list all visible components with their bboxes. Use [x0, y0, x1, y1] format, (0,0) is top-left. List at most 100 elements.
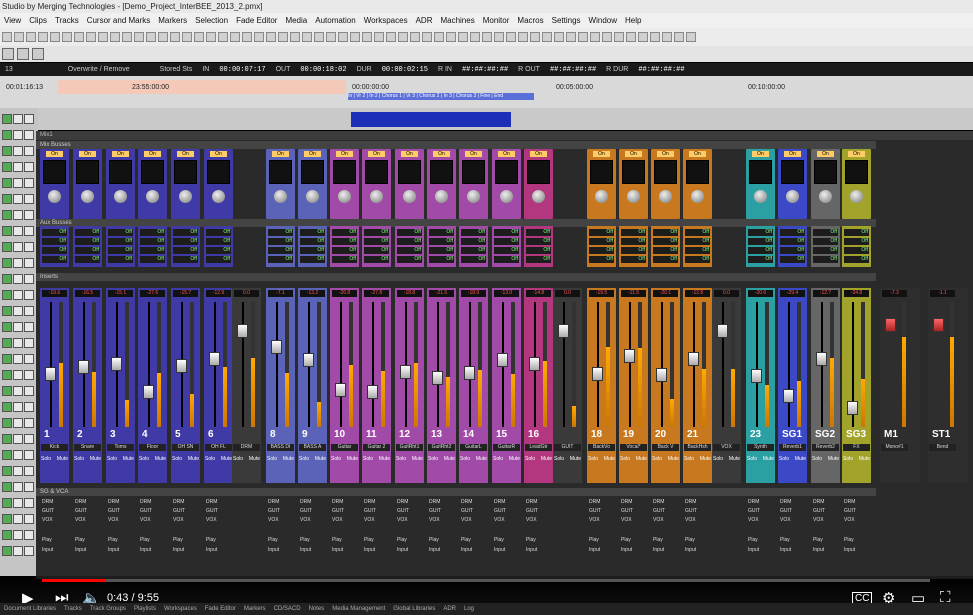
aux-send-value[interactable]: Off: [173, 247, 198, 254]
mute-toggle[interactable]: [13, 274, 23, 284]
mute-toggle[interactable]: [13, 226, 23, 236]
vca-assign-item[interactable]: GUIT: [75, 508, 100, 515]
vca-assign-item[interactable]: VOX: [108, 517, 133, 524]
toolbar-button-icon[interactable]: [254, 32, 264, 42]
channel-name[interactable]: GuitarR: [493, 444, 520, 451]
gain-readout[interactable]: -34.8: [844, 290, 869, 297]
solo-button[interactable]: Solo: [843, 456, 853, 463]
mute-button[interactable]: Mute: [283, 456, 294, 463]
send-knob[interactable]: [850, 190, 863, 203]
mute-toggle[interactable]: [13, 370, 23, 380]
task-tab-9[interactable]: Media Management: [332, 603, 385, 615]
toolbar-button-icon[interactable]: [398, 32, 408, 42]
channel-name[interactable]: BASS DI: [267, 444, 294, 451]
vca-assign-item[interactable]: VOX: [364, 517, 389, 524]
toolbar-button-icon[interactable]: [650, 32, 660, 42]
fader-handle[interactable]: [751, 369, 762, 383]
toolbar-button-icon[interactable]: [86, 32, 96, 42]
aux-send-value[interactable]: Off: [589, 256, 614, 263]
menu-item-14[interactable]: Settings: [548, 13, 585, 28]
vca-assign-item[interactable]: DRM: [75, 499, 100, 506]
gain-readout[interactable]: -19.5: [589, 290, 614, 297]
rec-out-timecode[interactable]: ##:##:##:##: [545, 66, 601, 74]
input-label[interactable]: Input: [364, 547, 389, 554]
gain-readout[interactable]: -11.5: [621, 290, 646, 297]
record-toggle[interactable]: [2, 418, 12, 428]
mute-button[interactable]: Mute: [828, 456, 839, 463]
toolbar-button-icon[interactable]: [146, 32, 156, 42]
send-knob[interactable]: [467, 190, 480, 203]
send-knob[interactable]: [81, 190, 94, 203]
task-tab-4[interactable]: Workspaces: [164, 603, 197, 615]
channel-name[interactable]: Toms: [107, 444, 134, 451]
aux-send-value[interactable]: Off: [844, 256, 869, 263]
task-tab-1[interactable]: Tracks: [64, 603, 82, 615]
mute-button[interactable]: Mute: [700, 456, 711, 463]
channel-name[interactable]: BASS A: [299, 444, 326, 451]
play-label[interactable]: Play: [461, 537, 486, 544]
in-timecode[interactable]: 00:00:07:17: [214, 66, 270, 74]
channel-name[interactable]: FX: [843, 444, 870, 451]
fader-handle[interactable]: [464, 366, 475, 380]
aux-send-value[interactable]: Off: [140, 229, 165, 236]
vca-assign-item[interactable]: GUIT: [429, 508, 454, 515]
gain-readout[interactable]: -15.7: [173, 290, 198, 297]
task-tab-0[interactable]: Document Libraries: [4, 603, 56, 615]
mute-toggle[interactable]: [13, 322, 23, 332]
fader-handle[interactable]: [624, 349, 635, 363]
toolbar-button-icon[interactable]: [194, 32, 204, 42]
aux-send-value[interactable]: Off: [653, 247, 678, 254]
task-tab-5[interactable]: Fade Editor: [205, 603, 236, 615]
vca-assign-item[interactable]: GUIT: [206, 508, 231, 515]
mute-toggle[interactable]: [13, 130, 23, 140]
solo-button[interactable]: Solo: [74, 456, 84, 463]
vca-assign-item[interactable]: VOX: [461, 517, 486, 524]
fader-handle[interactable]: [816, 352, 827, 366]
mute-button[interactable]: Mute: [859, 456, 870, 463]
solo-toggle[interactable]: [24, 546, 34, 556]
aux-send-value[interactable]: Off: [748, 238, 773, 245]
aux-send-value[interactable]: Off: [42, 229, 67, 236]
vca-assign-item[interactable]: VOX: [332, 517, 357, 524]
aux-send-value[interactable]: Off: [813, 247, 838, 254]
channel-name[interactable]: VOX: [713, 444, 740, 451]
solo-toggle[interactable]: [24, 290, 34, 300]
mute-toggle[interactable]: [13, 306, 23, 316]
mute-toggle[interactable]: [13, 466, 23, 476]
play-label[interactable]: Play: [173, 537, 198, 544]
mute-button[interactable]: Mute: [795, 456, 806, 463]
fader-handle[interactable]: [400, 365, 411, 379]
vca-assign-item[interactable]: GUIT: [397, 508, 422, 515]
aux-send-value[interactable]: Off: [268, 229, 293, 236]
toolbar-button-icon[interactable]: [62, 32, 72, 42]
vca-assign-item[interactable]: DRM: [173, 499, 198, 506]
solo-toggle[interactable]: [24, 498, 34, 508]
solo-toggle[interactable]: [24, 482, 34, 492]
aux-send-value[interactable]: Off: [461, 247, 486, 254]
channel-name[interactable]: GuitRht2: [428, 444, 455, 451]
mute-button[interactable]: Mute: [188, 456, 199, 463]
tool-icon[interactable]: [32, 48, 44, 60]
fader-handle[interactable]: [592, 367, 603, 381]
toolbar-button-icon[interactable]: [434, 32, 444, 42]
toolbar-button-icon[interactable]: [386, 32, 396, 42]
fader-handle[interactable]: [688, 352, 699, 366]
record-toggle[interactable]: [2, 194, 12, 204]
play-label[interactable]: Play: [42, 537, 67, 544]
aux-send-value[interactable]: Off: [206, 238, 231, 245]
on-button[interactable]: On: [817, 151, 834, 157]
toolbar-button-icon[interactable]: [422, 32, 432, 42]
song-regions[interactable]: In | Vr 2 | In 2 | Chorus 1 | Vr 3 | Cho…: [348, 93, 534, 100]
vca-assign-item[interactable]: GUIT: [140, 508, 165, 515]
toolbar-button-icon[interactable]: [338, 32, 348, 42]
gain-readout[interactable]: -14.8: [526, 290, 551, 297]
solo-button[interactable]: Solo: [233, 456, 243, 463]
solo-button[interactable]: Solo: [205, 456, 215, 463]
vca-assign-item[interactable]: GUIT: [494, 508, 519, 515]
aux-send-value[interactable]: Off: [108, 238, 133, 245]
task-tab-10[interactable]: Global Libraries: [393, 603, 435, 615]
on-button[interactable]: On: [272, 151, 289, 157]
gain-readout[interactable]: -15.1: [108, 290, 133, 297]
aux-send-value[interactable]: Off: [526, 229, 551, 236]
gain-readout[interactable]: -13.0: [494, 290, 519, 297]
